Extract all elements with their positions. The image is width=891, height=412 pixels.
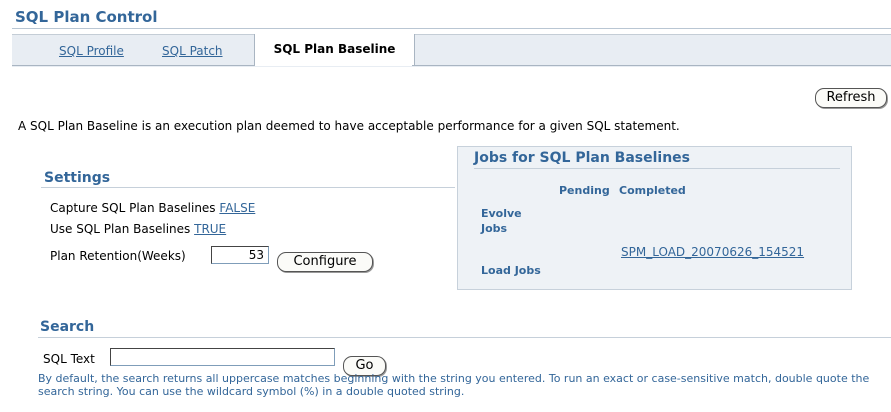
tab-sql-profile[interactable]: SQL Profile bbox=[59, 44, 124, 58]
page-title-bar: SQL Plan Control bbox=[12, 6, 891, 29]
tab-strip: SQL Profile SQL Patch SQL Plan Baseline bbox=[12, 34, 891, 67]
sql-text-label: SQL Text bbox=[43, 352, 95, 366]
load-job-link[interactable]: SPM_LOAD_20070626_154521 bbox=[621, 245, 804, 259]
search-header: Search bbox=[40, 319, 95, 335]
refresh-button[interactable]: Refresh bbox=[815, 88, 887, 108]
jobs-header: Jobs for SQL Plan Baselines bbox=[474, 150, 691, 166]
capture-label: Capture SQL Plan Baselines bbox=[50, 201, 216, 215]
configure-button[interactable]: Configure bbox=[277, 252, 373, 272]
baseline-description: A SQL Plan Baseline is an execution plan… bbox=[18, 119, 680, 133]
tab-divider bbox=[12, 65, 891, 66]
jobs-evolve-label-2: Jobs bbox=[481, 222, 508, 235]
search-help-text: By default, the search returns all upper… bbox=[38, 372, 870, 398]
jobs-evolve-label-1: Evolve bbox=[481, 207, 522, 220]
use-setting-row: Use SQL Plan Baselines TRUE bbox=[50, 222, 226, 236]
tab-sql-patch[interactable]: SQL Patch bbox=[162, 44, 223, 58]
jobs-col-pending: Pending bbox=[559, 184, 610, 197]
use-value-link[interactable]: TRUE bbox=[194, 222, 226, 236]
retention-input[interactable]: 53 bbox=[211, 246, 269, 264]
jobs-load-label: Load Jobs bbox=[481, 264, 541, 277]
settings-rule bbox=[41, 187, 455, 188]
sql-text-input[interactable] bbox=[110, 348, 335, 366]
tab-divider-gap bbox=[255, 65, 412, 66]
tab-sql-plan-baseline[interactable]: SQL Plan Baseline bbox=[254, 34, 415, 66]
page-title: SQL Plan Control bbox=[15, 8, 158, 26]
use-label: Use SQL Plan Baselines bbox=[50, 222, 191, 236]
jobs-rule bbox=[474, 168, 840, 169]
search-rule bbox=[38, 337, 891, 338]
retention-label: Plan Retention(Weeks) bbox=[50, 249, 186, 263]
jobs-col-completed: Completed bbox=[619, 184, 686, 197]
capture-setting-row: Capture SQL Plan Baselines FALSE bbox=[50, 201, 255, 215]
capture-value-link[interactable]: FALSE bbox=[219, 201, 255, 215]
settings-header: Settings bbox=[44, 170, 111, 186]
jobs-panel: Jobs for SQL Plan Baselines Pending Comp… bbox=[457, 146, 852, 290]
